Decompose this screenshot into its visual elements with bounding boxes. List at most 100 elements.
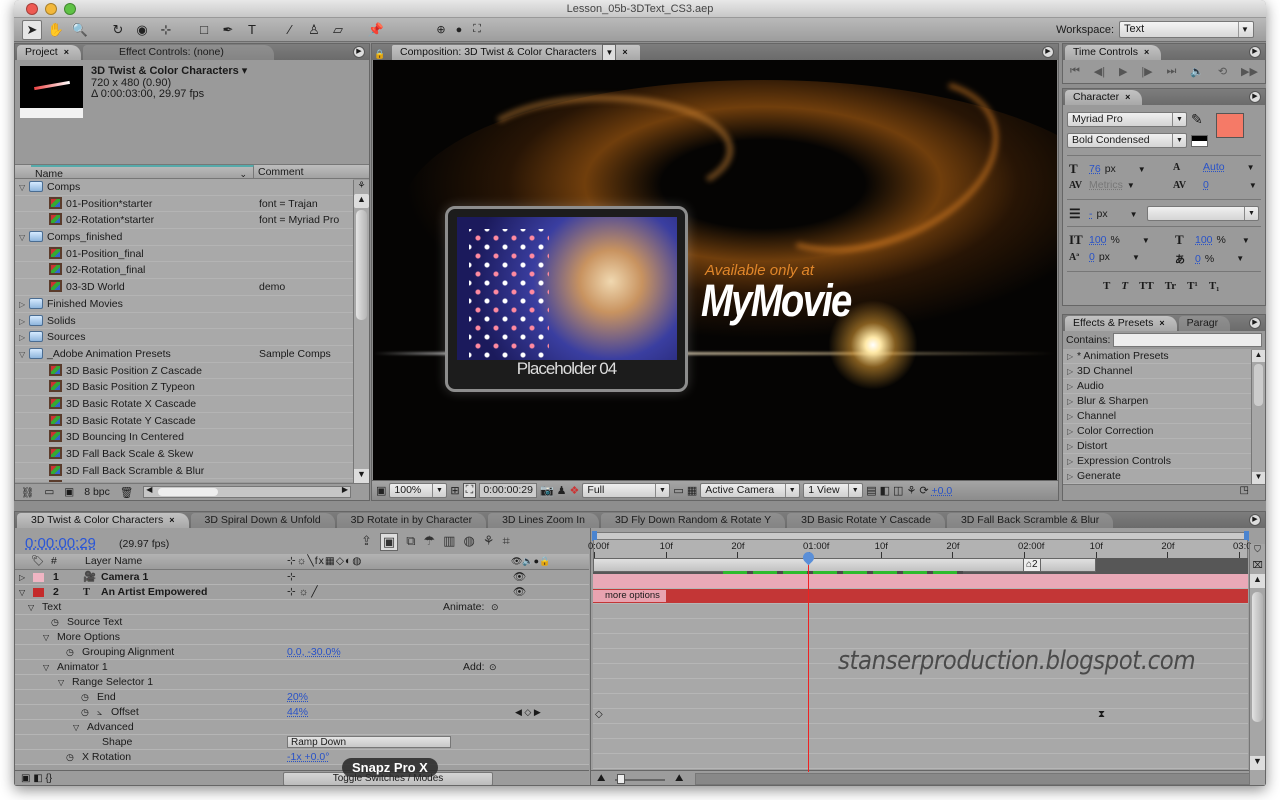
faux-italic-button[interactable]: T	[1121, 280, 1128, 292]
twirl-closed-icon[interactable]: ▷	[1067, 409, 1077, 424]
effects-category[interactable]: ▷ Audio	[1063, 379, 1251, 394]
comp-marker-bin-icon[interactable]: ⌧	[1250, 560, 1265, 574]
stopwatch-icon[interactable]: ◷	[81, 690, 89, 705]
twirl-closed-icon[interactable]: ▷	[19, 570, 25, 585]
brush-tool[interactable]: ⁄	[280, 20, 300, 40]
twirl-open-icon[interactable]: ▽	[19, 347, 29, 364]
black-white-swatch[interactable]	[1191, 135, 1208, 147]
visibility-eye-icon[interactable]: 👁	[513, 570, 526, 585]
clone-stamp-tool[interactable]: ♙	[304, 20, 324, 40]
next-frame-button[interactable]: |▶	[1141, 65, 1152, 78]
timeline-hscrollbar[interactable]	[695, 773, 1250, 785]
eraser-tool[interactable]: ▱	[328, 20, 348, 40]
twirl-open-icon[interactable]: ▽	[58, 675, 64, 690]
close-icon[interactable]: ×	[1144, 45, 1149, 60]
property-row[interactable]: ◷ Source Text	[15, 615, 589, 630]
project-folder[interactable]: ▷ Solids	[15, 312, 353, 330]
timeline-vscrollbar[interactable]: ⛉ ⌧ ▲ ▼	[1249, 544, 1265, 785]
panel-menu-icon[interactable]: ▶	[1249, 46, 1261, 58]
column-av-features[interactable]: 👁🔈●🔒	[511, 554, 550, 569]
font-style-dropdown[interactable]: Bold Condensed	[1067, 133, 1187, 148]
scroll-up-arrow[interactable]: ▲	[1252, 350, 1265, 362]
add-animator-button[interactable]: Add:	[463, 660, 485, 675]
twirl-open-icon[interactable]: ▽	[73, 720, 79, 735]
all-caps-button[interactable]: TT	[1139, 280, 1154, 292]
scroll-down-arrow[interactable]: ▼	[1250, 756, 1265, 770]
motion-blur-icon[interactable]: ◍	[463, 533, 474, 551]
tab-paragraph[interactable]: Paragr	[1178, 316, 1231, 331]
twirl-open-icon[interactable]: ▽	[19, 180, 29, 197]
camera-view-dropdown[interactable]: Active Camera	[700, 483, 801, 498]
stroke-style-dropdown[interactable]	[1147, 206, 1259, 221]
project-folder[interactable]: ▷ Sources	[15, 329, 353, 346]
rectangle-mask-tool[interactable]: □	[194, 20, 214, 40]
hide-shy-layers-icon[interactable]: ☂	[424, 533, 436, 551]
layer-switches[interactable]: ⊹ ☼ ╱	[287, 585, 318, 600]
lock-icon[interactable]: 🔒	[374, 49, 392, 60]
timeline-tab[interactable]: 3D Fall Back Scramble & Blur	[946, 513, 1114, 528]
twirl-open-icon[interactable]: ▽	[43, 660, 49, 675]
property-value[interactable]: 0.0, -30.0%	[287, 645, 341, 660]
project-item[interactable]: 3D Fall Back Scramble & Blur	[15, 462, 353, 480]
twirl-open-icon[interactable]: ▽	[28, 600, 34, 615]
label-column-icon[interactable]: 🏷	[31, 554, 44, 569]
pan-behind-tool[interactable]: ⊹	[156, 20, 176, 40]
horizontal-scale-control[interactable]: T 100% ▼	[1175, 232, 1250, 248]
comp-name[interactable]: 3D Twist & Color Characters ▾	[91, 65, 247, 78]
first-frame-button[interactable]: ⏮	[1070, 65, 1080, 78]
close-icon[interactable]: ×	[64, 45, 69, 60]
scroll-up-arrow[interactable]: ▲	[1250, 574, 1265, 588]
graph-editor-icon[interactable]: ⌗	[502, 533, 509, 551]
twirl-closed-icon[interactable]: ▷	[1067, 424, 1077, 439]
close-icon[interactable]: ×	[169, 513, 174, 528]
label-color-swatch[interactable]	[33, 573, 44, 582]
tracking-control[interactable]: AV 0 ▼	[1173, 179, 1257, 191]
minimize-window-button[interactable]	[45, 3, 57, 15]
close-icon[interactable]: ×	[1159, 316, 1164, 331]
project-scrollbar[interactable]: ⚘ ▲ ▼	[353, 180, 369, 483]
reset-exposure-icon[interactable]: ⟳	[919, 484, 928, 497]
column-comment[interactable]: Comment	[254, 165, 304, 178]
layer-duration-bar[interactable]	[593, 574, 1248, 589]
vertical-scale-control[interactable]: IT 100% ▼	[1069, 232, 1150, 248]
work-area-bar[interactable]: ⌂2	[593, 558, 1248, 574]
effects-category[interactable]: ▷ * Animation Presets	[1063, 349, 1251, 364]
previous-frame-button[interactable]: ◀|	[1094, 65, 1105, 78]
faux-bold-button[interactable]: T	[1103, 280, 1110, 292]
project-folder[interactable]: ▽ _Adobe Animation Presets Sample Comps	[15, 345, 353, 364]
layer-marker[interactable]: more options	[593, 590, 666, 602]
keyframe-icon[interactable]: ◇	[595, 709, 603, 720]
comp-button-icon[interactable]: ⛉	[1250, 544, 1265, 560]
effects-category[interactable]: ▷ 3D Channel	[1063, 364, 1251, 379]
twirl-closed-icon[interactable]: ▷	[19, 297, 29, 314]
property-row[interactable]: ◷ ⦣ Offset 44% ◀ ◇ ▶	[15, 705, 589, 720]
twirl-open-icon[interactable]: ▽	[43, 630, 49, 645]
workspace-dropdown[interactable]: Text	[1119, 21, 1254, 38]
mask-visibility-icon[interactable]: ⛶	[462, 483, 477, 498]
layer-duration-bar[interactable]: more options	[593, 589, 1248, 604]
comp-mini-flowchart-icon[interactable]: ⇪	[361, 533, 372, 551]
layer-name[interactable]: Camera 1	[101, 570, 148, 585]
show-snapshot-icon[interactable]: ♟	[557, 484, 567, 497]
snapshot-icon[interactable]: 📷	[540, 484, 554, 497]
tsume-value[interactable]: 0	[1195, 253, 1201, 265]
font-size-control[interactable]: T 76 px ▼	[1069, 161, 1146, 177]
baseline-shift-value[interactable]: 0	[1089, 251, 1095, 263]
project-item[interactable]: 01-Position_final	[15, 245, 353, 263]
twirl-closed-icon[interactable]: ▷	[19, 330, 29, 347]
scroll-thumb[interactable]	[1252, 592, 1263, 722]
zoom-window-button[interactable]	[64, 3, 76, 15]
label-color-swatch[interactable]	[33, 588, 44, 597]
expand-layer-switches-icon[interactable]: ▣ ◧ {}	[21, 773, 52, 784]
project-hscrollbar[interactable]: ◀ ▶	[143, 485, 351, 498]
visibility-eye-icon[interactable]: 👁	[513, 585, 526, 600]
panel-menu-icon[interactable]: ▶	[353, 46, 365, 58]
effects-scrollbar[interactable]: ▲ ▼	[1251, 350, 1265, 484]
shape-dropdown[interactable]: Ramp Down	[287, 736, 451, 748]
project-item[interactable]: 3D Basic Rotate X Cascade	[15, 395, 353, 413]
zoom-out-icon[interactable]: ⛰	[597, 773, 605, 784]
keyframe-navigator[interactable]: ◀ ◇ ▶	[515, 705, 541, 720]
puppet-pin-tool[interactable]: 📌	[366, 20, 386, 40]
time-navigator[interactable]	[592, 531, 1249, 541]
menu-arrow-icon[interactable]: ⊙	[491, 600, 499, 615]
